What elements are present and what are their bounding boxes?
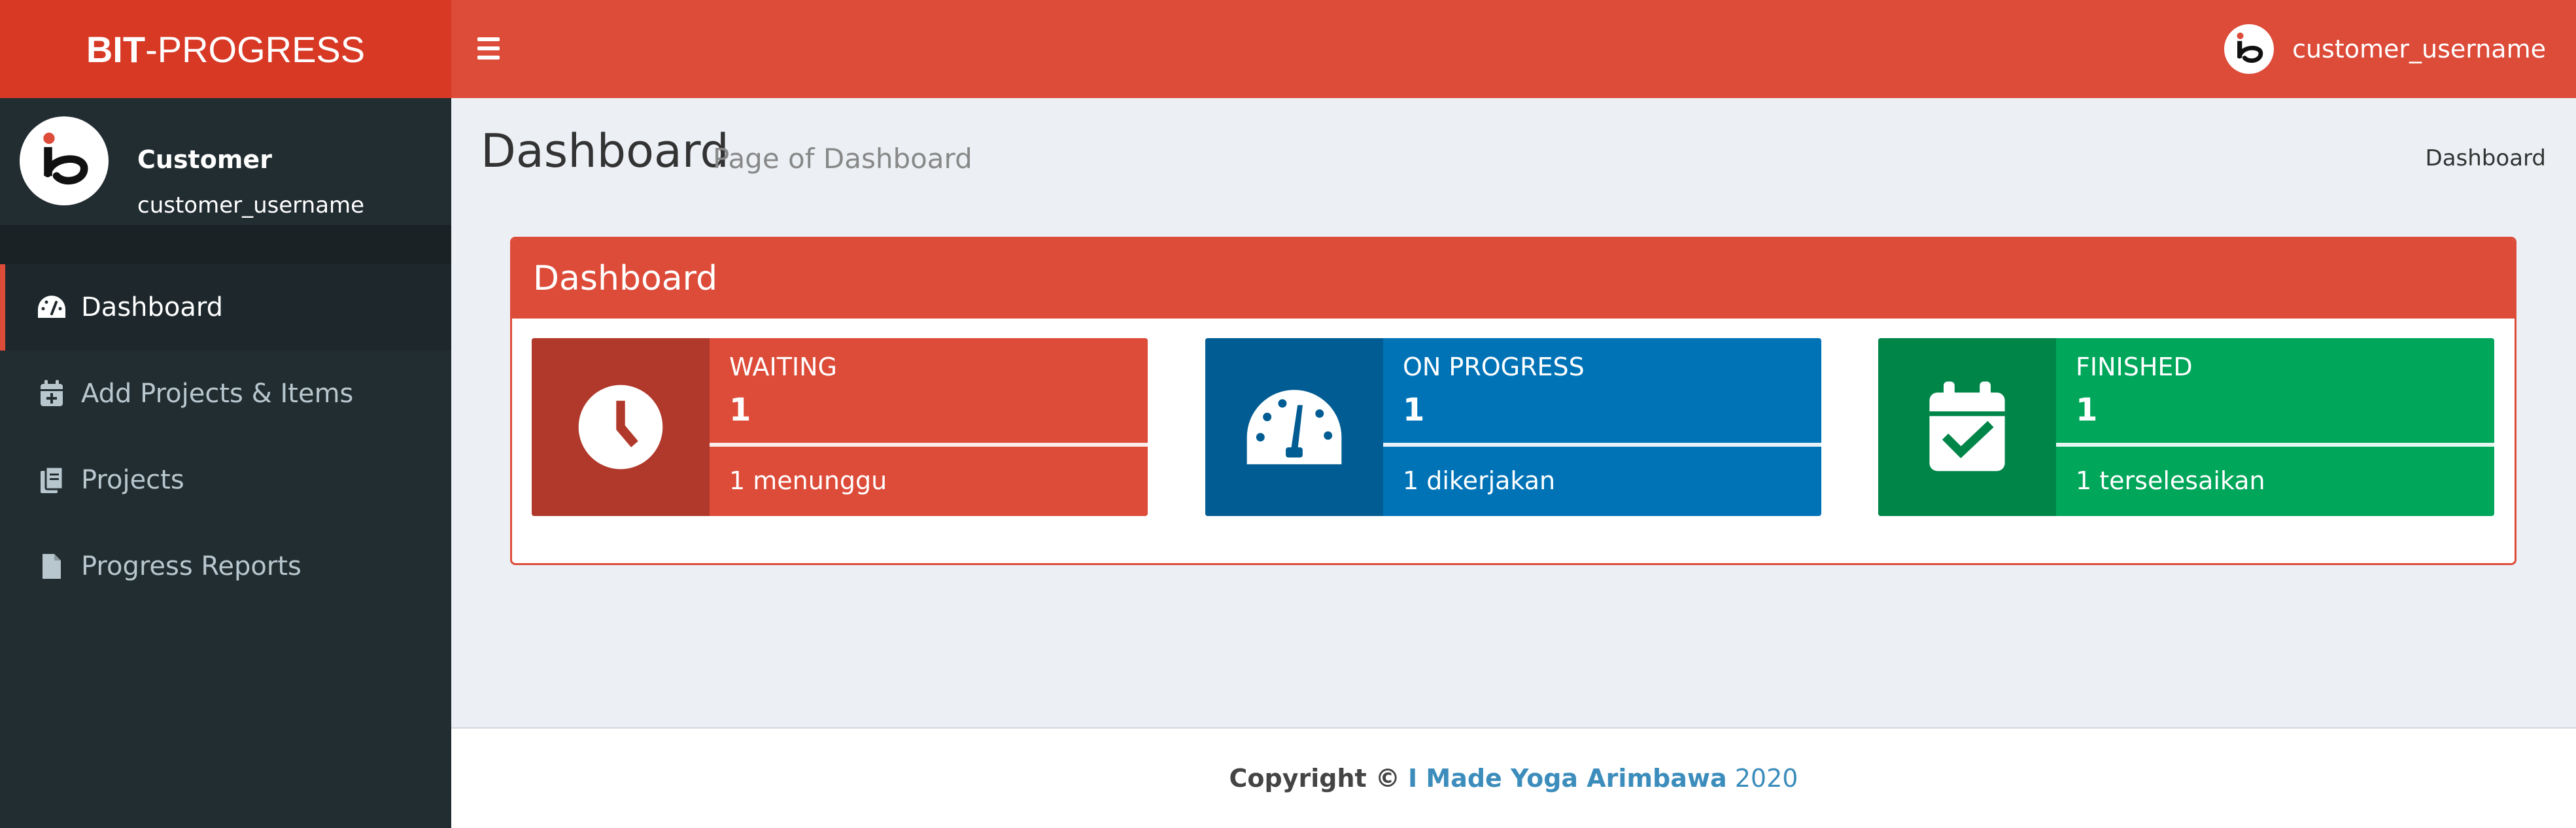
sidebar-item-add-projects[interactable]: Add Projects & Items	[0, 351, 451, 437]
top-navbar: customer_username	[451, 0, 2576, 98]
author-link[interactable]: I Made Yoga Arimbawa	[1408, 764, 1727, 793]
brand-logo-icon	[2237, 32, 2263, 63]
calendar-check-icon	[1878, 338, 2056, 516]
info-box-finished: FINISHED 1 1 terselesaikan	[1878, 338, 2494, 516]
sidebar-item-label: Projects	[81, 465, 184, 495]
copyright-text: Copyright ©	[1229, 764, 1400, 793]
brand-logo-icon	[43, 132, 88, 185]
progress-bar	[2056, 443, 2494, 447]
info-box-description: 1 menunggu	[729, 466, 887, 495]
sidebar-item-label: Dashboard	[81, 292, 224, 322]
user-role: Customer	[137, 145, 272, 174]
info-box-content: WAITING 1 1 menunggu	[710, 338, 1148, 516]
info-box-label: FINISHED	[2076, 353, 2193, 381]
footer: Copyright © I Made Yoga Arimbawa 2020	[451, 727, 2576, 828]
speedometer-icon	[1205, 338, 1383, 516]
progress-bar	[710, 443, 1148, 447]
info-box-number: 1	[1403, 392, 1425, 428]
file-icon	[34, 549, 69, 584]
sidebar: Customer customer_username Dashboard Add…	[0, 98, 451, 828]
logo-bold-text: BIT	[86, 28, 146, 70]
app-logo[interactable]: BIT -PROGRESS	[0, 0, 451, 98]
info-box-number: 1	[729, 392, 751, 428]
avatar	[20, 116, 109, 205]
box-title: Dashboard	[533, 259, 718, 298]
tachometer-icon	[34, 290, 69, 325]
info-box-content: FINISHED 1 1 terselesaikan	[2056, 338, 2494, 516]
navbar-username: customer_username	[2292, 35, 2546, 63]
files-icon	[34, 462, 69, 498]
sidebar-item-projects[interactable]: Projects	[0, 437, 451, 523]
info-box-label: WAITING	[729, 353, 837, 381]
user-panel: Customer customer_username	[0, 98, 451, 225]
sidebar-item-progress-reports[interactable]: Progress Reports	[0, 523, 451, 610]
breadcrumb[interactable]: Dashboard	[2426, 145, 2546, 171]
info-box-label: ON PROGRESS	[1403, 353, 1585, 381]
calendar-plus-icon	[34, 376, 69, 411]
copyright-year: 2020	[1734, 764, 1798, 793]
clock-icon	[532, 338, 710, 516]
progress-bar	[1383, 443, 1821, 447]
info-box-description: 1 dikerjakan	[1403, 466, 1556, 495]
sidebar-item-label: Progress Reports	[81, 551, 301, 581]
page-title: Dashboard	[481, 124, 729, 178]
hamburger-icon	[477, 37, 500, 41]
user-menu[interactable]: customer_username	[2224, 24, 2546, 74]
sidebar-divider	[0, 225, 451, 264]
box-header: Dashboard	[512, 239, 2515, 319]
user-username: customer_username	[137, 192, 365, 218]
info-box-description: 1 terselesaikan	[2076, 466, 2265, 495]
info-box-waiting: WAITING 1 1 menunggu	[532, 338, 1148, 516]
sidebar-item-label: Add Projects & Items	[81, 379, 354, 409]
info-box-number: 1	[2076, 392, 2098, 428]
logo-text: -PROGRESS	[145, 28, 366, 70]
info-box-on-progress: ON PROGRESS 1 1 dikerjakan	[1205, 338, 1821, 516]
avatar	[2224, 24, 2275, 74]
sidebar-item-dashboard[interactable]: Dashboard	[0, 264, 451, 351]
dashboard-box: Dashboard WAITING 1 1 menunggu ON PROGRE…	[510, 237, 2516, 565]
sidebar-toggle-button[interactable]	[477, 30, 514, 67]
page-subtitle: Page of Dashboard	[713, 143, 972, 175]
info-box-content: ON PROGRESS 1 1 dikerjakan	[1383, 338, 1821, 516]
